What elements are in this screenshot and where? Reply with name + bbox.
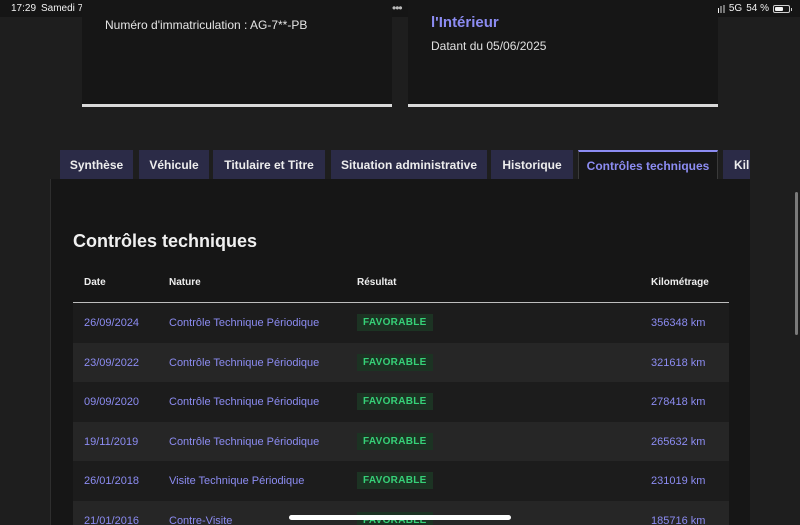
more-dots-icon[interactable]: ••• [392,1,403,15]
battery-fill [775,6,783,11]
inspections-table: Date Nature Résultat Kilométrage 26/09/2… [73,264,729,525]
table-row: 23/09/2022 Contrôle Technique Périodique… [73,342,729,382]
ministry-title[interactable]: l'Intérieur [431,14,499,31]
row-km[interactable]: 231019 km [651,475,705,487]
section-title: Contrôles techniques [73,231,258,251]
table-row: 21/01/2016 Contre-Visite FAVORABLE 18571… [73,500,729,525]
row-nature[interactable]: Contrôle Technique Périodique [169,396,319,408]
row-km[interactable]: 265632 km [651,436,705,448]
row-date[interactable]: 26/09/2024 [84,317,139,329]
ministry-card: l'Intérieur Datant du 05/06/2025 [408,0,718,107]
result-badge: FAVORABLE [357,432,433,450]
table-row: 19/11/2019 Contrôle Technique Périodique… [73,421,729,461]
row-km[interactable]: 278418 km [651,396,705,408]
tab-situation-administrative[interactable]: Situation administrative [331,150,487,179]
tab-titulaire-titre[interactable]: Titulaire et Titre [213,150,325,179]
result-badge: FAVORABLE [357,353,433,371]
battery-icon [773,4,792,13]
tab-controles-techniques[interactable]: Contrôles techniques [578,150,718,179]
status-indicators: 5G 54 % [713,3,792,14]
tab-bar: Synthèse Véhicule Titulaire et Titre Sit… [60,150,750,179]
tab-synthese[interactable]: Synthèse [60,150,133,179]
header-km: Kilométrage [651,277,709,288]
header-date: Date [84,277,106,288]
registration-number: Numéro d'immatriculation : AG-7**-PB [105,18,308,32]
tab-kilometrage[interactable]: Kil [723,150,750,179]
table-row: 26/01/2018 Visite Technique Périodique F… [73,461,729,501]
network-label: 5G [728,3,743,14]
result-badge: FAVORABLE [357,393,433,410]
row-date[interactable]: 23/09/2022 [84,357,139,369]
row-date[interactable]: 19/11/2019 [84,436,138,448]
row-date[interactable]: 09/09/2020 [84,396,139,408]
battery-percent: 54 % [746,3,769,14]
result-badge: FAVORABLE [357,314,433,331]
row-date[interactable]: 21/01/2016 [84,515,139,525]
row-km[interactable]: 321618 km [651,357,705,369]
row-nature[interactable]: Contrôle Technique Périodique [169,317,319,329]
table-header: Date Nature Résultat Kilométrage [73,264,729,303]
row-nature[interactable]: Contrôle Technique Périodique [169,436,319,448]
table-row: 09/09/2020 Contrôle Technique Périodique… [73,382,729,422]
tab-historique[interactable]: Historique [491,150,573,179]
table-row: 26/09/2024 Contrôle Technique Périodique… [73,303,729,343]
row-nature[interactable]: Contre-Visite [169,515,232,525]
row-nature[interactable]: Visite Technique Périodique [169,475,304,487]
registration-card: Numéro d'immatriculation : AG-7**-PB [82,0,392,107]
row-nature[interactable]: Contrôle Technique Périodique [169,357,319,369]
row-date[interactable]: 26/01/2018 [84,475,139,487]
page-scrollbar[interactable] [795,192,798,335]
tab-panel: Contrôles techniques Date Nature Résulta… [50,179,750,525]
status-time: 17:29 [11,3,37,14]
header-nature: Nature [169,277,201,288]
header-result: Résultat [357,277,397,288]
ministry-date: Datant du 05/06/2025 [431,39,547,53]
tab-vehicule[interactable]: Véhicule [139,150,209,179]
result-badge: FAVORABLE [357,472,433,489]
home-indicator[interactable] [289,515,511,520]
row-km[interactable]: 185716 km [651,515,705,525]
row-km[interactable]: 356348 km [651,317,705,329]
